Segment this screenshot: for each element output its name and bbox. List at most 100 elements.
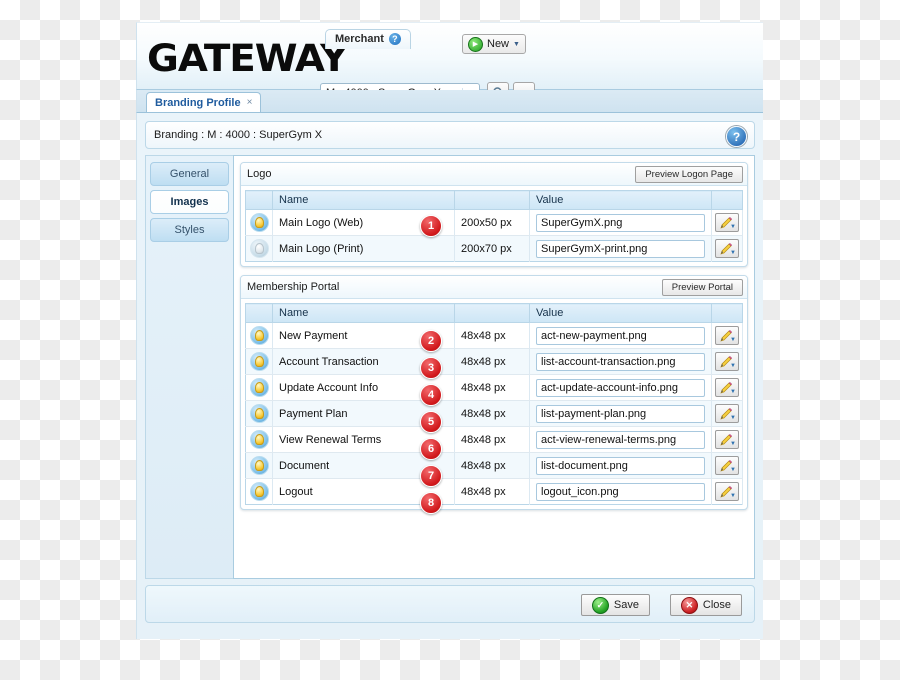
column-header-edit [711,303,743,323]
logo-table: Name Value Main Logo (Web) 200x50 px Sup… [245,190,743,262]
section-logo-header: Logo Preview Logon Page [241,163,747,186]
lightbulb-icon[interactable] [249,430,269,449]
table-row[interactable]: Document48x48 px▼ [245,452,743,479]
row-size-cell: 48x48 px [454,374,530,401]
lightbulb-icon[interactable] [249,404,269,423]
preview-logon-page-button[interactable]: Preview Logon Page [635,166,743,183]
lightbulb-icon[interactable] [249,378,269,397]
edit-button[interactable]: ▼ [715,430,739,449]
lightbulb-icon[interactable] [249,482,269,501]
tab-branding-profile[interactable]: Branding Profile × [146,92,262,112]
edit-button[interactable]: ▼ [715,482,739,501]
save-button[interactable]: ✓ Save [580,594,650,616]
edit-button[interactable]: ▼ [715,352,739,371]
chevron-down-icon[interactable]: ▼ [730,224,736,230]
sidebar-item-images[interactable]: Images [150,190,229,214]
lightbulb-icon[interactable] [249,326,269,345]
table-row[interactable]: Payment Plan48x48 px▼ [245,400,743,427]
chevron-down-icon[interactable]: ▼ [730,363,736,369]
section-logo: Logo Preview Logon Page Name Value Main … [240,162,748,267]
chevron-down-icon[interactable]: ▼ [730,250,736,256]
new-button[interactable]: ▶ New ▼ [462,34,526,54]
merchant-tab-label: Merchant [335,33,384,45]
content-area: General Images Styles Logo Preview Logon… [145,155,755,579]
chevron-down-icon[interactable]: ▼ [730,415,736,421]
table-row[interactable]: Logout48x48 px▼ [245,478,743,505]
question-mark-icon[interactable]: ? [388,33,401,45]
row-status-cell [245,452,273,479]
merchant-tab[interactable]: Merchant ? [325,29,411,49]
row-edit-cell: ▼ [711,400,743,427]
edit-button[interactable]: ▼ [715,404,739,423]
column-header-name: Name [272,303,455,323]
question-mark-icon[interactable]: ? [726,126,747,147]
chevron-down-icon[interactable]: ▼ [730,467,736,473]
tab-strip: Branding Profile × [136,90,763,113]
row-size-cell: 48x48 px [454,426,530,453]
close-button[interactable]: ✕ Close [669,594,742,616]
value-input[interactable] [536,456,705,475]
value-input[interactable] [536,404,705,423]
lightbulb-icon[interactable] [249,213,269,232]
table-row[interactable]: Update Account Info48x48 px▼ [245,374,743,401]
value-input[interactable] [536,482,705,501]
row-status-cell [245,348,273,375]
close-icon[interactable]: × [247,97,253,108]
row-size-cell: 48x48 px [454,452,530,479]
close-button-label: Close [702,599,731,611]
row-edit-cell: ▼ [711,235,743,262]
chevron-down-icon[interactable]: ▼ [730,389,736,395]
value-input[interactable] [536,213,705,232]
row-size-cell: 48x48 px [454,348,530,375]
table-row[interactable]: View Renewal Terms48x48 px▼ [245,426,743,453]
value-input[interactable] [536,326,705,345]
row-value-cell [529,478,712,505]
chevron-down-icon[interactable]: ▼ [730,337,736,343]
edit-button[interactable]: ▼ [715,239,739,258]
lightbulb-icon[interactable] [249,352,269,371]
edit-button[interactable]: ▼ [715,456,739,475]
sidebar-item-general[interactable]: General [150,162,229,186]
row-size-cell: 200x50 px [454,209,530,236]
chevron-down-icon[interactable]: ▼ [730,441,736,447]
value-input[interactable] [536,239,705,258]
value-input[interactable] [536,378,705,397]
row-edit-cell: ▼ [711,426,743,453]
sidebar-item-styles[interactable]: Styles [150,218,229,242]
application-window: GATEWAY Merchant ? M : 4000 : SuperGym X… [136,22,763,639]
new-button-label: New [487,38,510,50]
column-header-size [454,303,530,323]
footer-bar: ✓ Save ✕ Close [145,585,755,623]
callout-badge-3: 3 [420,357,442,379]
edit-button[interactable]: ▼ [715,378,739,397]
table-row[interactable]: Main Logo (Print) 200x70 px SuperGymX-pr… [245,235,743,262]
lightbulb-icon[interactable] [249,239,269,258]
table-row[interactable]: Account Transaction48x48 px▼ [245,348,743,375]
edit-button[interactable]: ▼ [715,326,739,345]
value-input[interactable] [536,352,705,371]
row-value-cell [529,452,712,479]
value-input[interactable] [536,430,705,449]
cross-icon: ✕ [680,596,698,614]
chevron-down-icon[interactable]: ▼ [513,41,520,48]
row-size-cell: 200x70 px [454,235,530,262]
column-header-edit [711,190,743,210]
row-size-cell: 48x48 px [454,400,530,427]
lightbulb-icon[interactable] [249,456,269,475]
callout-badge-7: 7 [420,465,442,487]
chevron-down-icon[interactable]: ▼ [730,493,736,499]
table-row[interactable]: Main Logo (Web) 200x50 px SuperGymX.png … [245,209,743,236]
column-header-icon [245,190,273,210]
callout-badge-1: 1 [420,215,442,237]
row-value-cell [529,400,712,427]
section-membership-portal: Membership Portal Preview Portal Name Va… [240,275,748,510]
column-header-icon [245,303,273,323]
callout-badge-8: 8 [420,492,442,514]
brand-toolbar: GATEWAY Merchant ? M : 4000 : SuperGym X… [136,22,763,103]
sidebar-item-label: Styles [174,224,205,236]
section-membership-portal-header: Membership Portal Preview Portal [241,276,747,299]
table-row[interactable]: New Payment48x48 px▼ [245,322,743,349]
edit-button[interactable]: ▼ [715,213,739,232]
preview-portal-button[interactable]: Preview Portal [661,279,743,296]
row-value-cell [529,322,712,349]
